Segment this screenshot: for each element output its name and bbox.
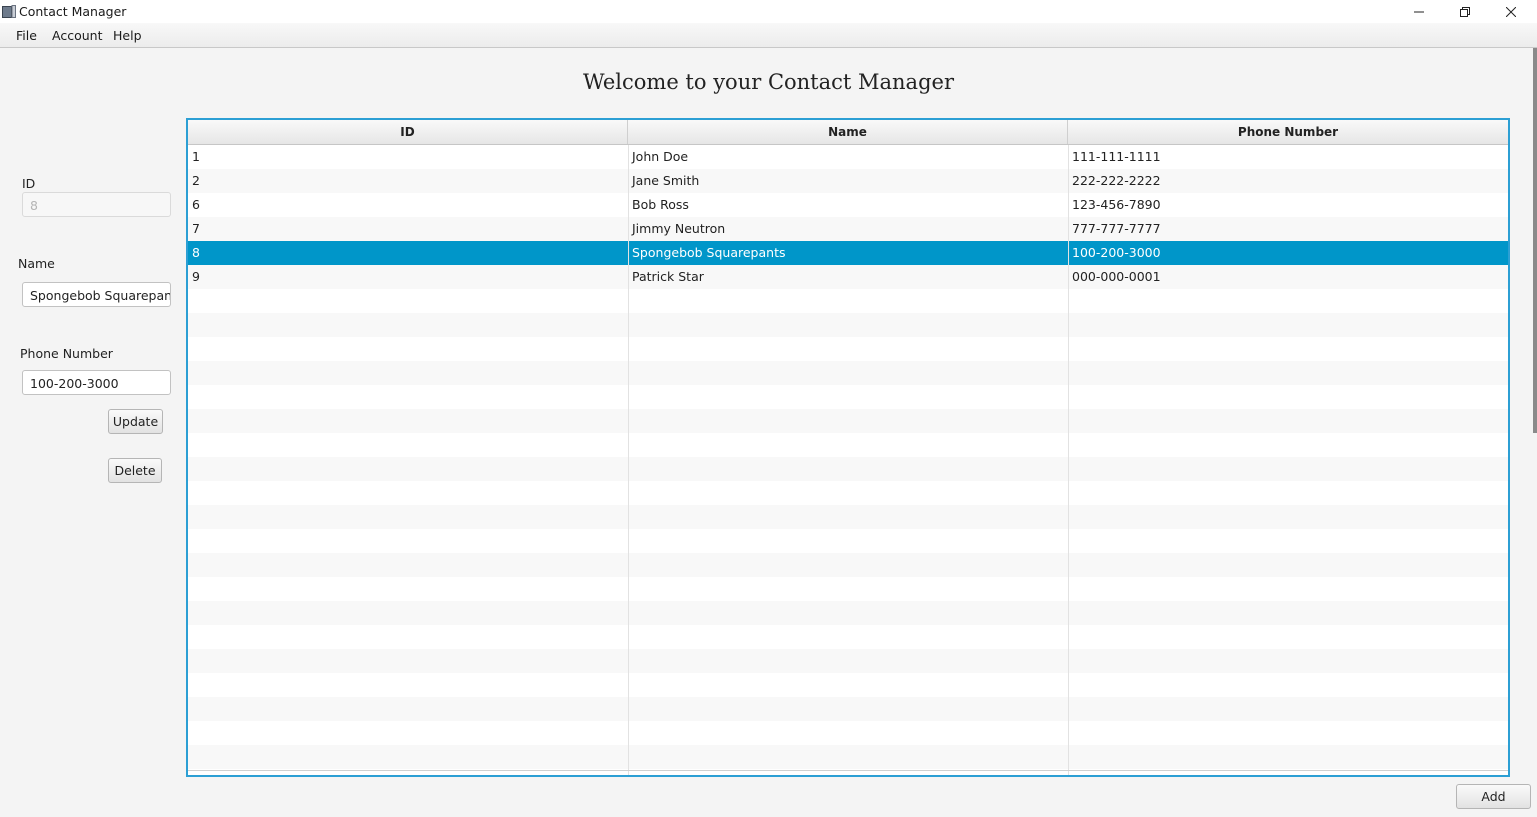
empty-table-row[interactable] — [188, 673, 1508, 697]
empty-table-row[interactable] — [188, 721, 1508, 745]
cell-phone: 100-200-3000 — [1072, 245, 1161, 260]
table-row[interactable]: 9 Patrick Star 000-000-0001 — [188, 265, 1508, 289]
cell-id: 2 — [192, 173, 200, 188]
column-divider — [628, 145, 629, 775]
minimize-button[interactable] — [1396, 0, 1442, 23]
cell-phone: 123-456-7890 — [1072, 197, 1161, 212]
cell-id: 7 — [192, 221, 200, 236]
empty-table-row[interactable] — [188, 529, 1508, 553]
table-row[interactable]: 8 Spongebob Squarepants 100-200-3000 — [188, 241, 1508, 265]
id-field: 8 — [22, 192, 171, 217]
java-app-icon — [2, 5, 16, 18]
cell-name: Patrick Star — [632, 269, 704, 284]
empty-table-row[interactable] — [188, 505, 1508, 529]
column-header-id[interactable]: ID — [188, 120, 628, 144]
empty-table-row[interactable] — [188, 553, 1508, 577]
column-header-phone[interactable]: Phone Number — [1068, 120, 1508, 144]
empty-table-row[interactable] — [188, 625, 1508, 649]
cell-id: 6 — [192, 197, 200, 212]
phone-field[interactable]: 100-200-3000 — [22, 370, 171, 395]
restore-button[interactable] — [1442, 0, 1488, 23]
id-label: ID — [22, 176, 36, 191]
phone-label: Phone Number — [20, 346, 113, 361]
page-title: Welcome to your Contact Manager — [583, 70, 954, 94]
empty-table-row[interactable] — [188, 457, 1508, 481]
minimize-icon — [1414, 11, 1424, 12]
restore-icon — [1460, 6, 1470, 17]
cell-phone: 222-222-2222 — [1072, 173, 1161, 188]
name-label: Name — [18, 256, 55, 271]
name-field[interactable]: Spongebob Squarepants — [22, 282, 171, 307]
table-row[interactable]: 2 Jane Smith 222-222-2222 — [188, 169, 1508, 193]
menu-file[interactable]: File — [16, 28, 37, 43]
table-body: 1 John Doe 111-111-1111 2 Jane Smith 222-222-… — [188, 145, 1508, 775]
close-icon — [1506, 6, 1516, 17]
contacts-table[interactable]: ID Name Phone Number 1 John Doe 111-111-11… — [186, 118, 1510, 777]
empty-table-row[interactable] — [188, 649, 1508, 673]
update-button[interactable]: Update — [108, 409, 163, 434]
cell-id: 9 — [192, 269, 200, 284]
cell-phone: 111-111-1111 — [1072, 149, 1161, 164]
add-button[interactable]: Add — [1456, 784, 1531, 809]
empty-table-row[interactable] — [188, 745, 1508, 769]
window-scrollbar[interactable] — [1533, 48, 1537, 433]
empty-table-row[interactable] — [188, 409, 1508, 433]
cell-id: 1 — [192, 149, 200, 164]
empty-table-row[interactable] — [188, 481, 1508, 505]
delete-button[interactable]: Delete — [108, 458, 162, 483]
title-bar: Contact Manager — [0, 0, 1537, 23]
menu-help[interactable]: Help — [113, 28, 142, 43]
empty-table-row[interactable] — [188, 601, 1508, 625]
empty-table-row[interactable] — [188, 361, 1508, 385]
empty-table-row[interactable] — [188, 577, 1508, 601]
empty-table-row[interactable] — [188, 433, 1508, 457]
empty-table-row[interactable] — [188, 385, 1508, 409]
table-row[interactable]: 7 Jimmy Neutron 777-777-7777 — [188, 217, 1508, 241]
empty-table-row[interactable] — [188, 289, 1508, 313]
cell-name: Spongebob Squarepants — [632, 245, 786, 260]
cell-name: John Doe — [632, 149, 689, 164]
close-button[interactable] — [1488, 0, 1534, 23]
cell-name: Bob Ross — [632, 197, 689, 212]
column-header-name[interactable]: Name — [628, 120, 1068, 144]
cell-phone: 777-777-7777 — [1072, 221, 1161, 236]
menu-bar: File Account Help — [0, 23, 1537, 48]
cell-phone: 000-000-0001 — [1072, 269, 1161, 284]
empty-table-row[interactable] — [188, 313, 1508, 337]
empty-table-row[interactable] — [188, 697, 1508, 721]
empty-table-row[interactable] — [188, 337, 1508, 361]
table-row[interactable]: 6 Bob Ross 123-456-7890 — [188, 193, 1508, 217]
cell-name: Jimmy Neutron — [632, 221, 726, 236]
table-header: ID Name Phone Number — [188, 120, 1508, 145]
cell-id: 8 — [192, 245, 200, 260]
table-bottom-divider — [188, 770, 1508, 771]
window-title: Contact Manager — [19, 4, 127, 19]
table-row[interactable]: 1 John Doe 111-111-1111 — [188, 145, 1508, 169]
menu-account[interactable]: Account — [52, 28, 102, 43]
cell-name: Jane Smith — [632, 173, 700, 188]
column-divider — [1068, 145, 1069, 775]
